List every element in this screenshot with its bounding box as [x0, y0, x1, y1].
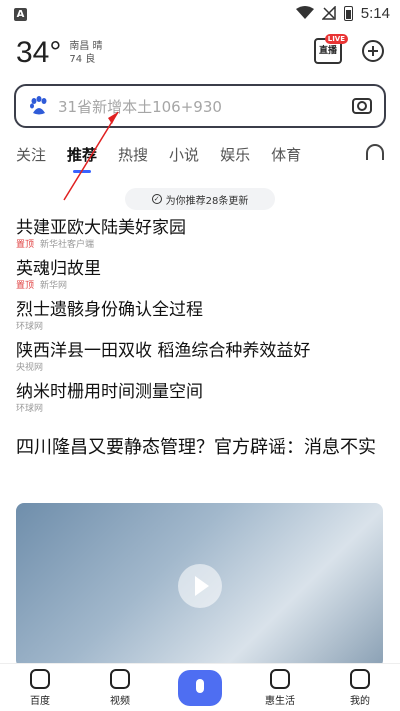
add-icon[interactable]	[362, 40, 384, 62]
tab-recommend[interactable]: 推荐	[67, 144, 97, 165]
nav-voice[interactable]	[170, 669, 230, 706]
news-title[interactable]: 烈士遗骸身份确认全过程	[16, 299, 384, 321]
nav-label: 百度	[30, 695, 50, 707]
live-stream-icon[interactable]: 直播 LIVE	[314, 34, 348, 64]
featured-title[interactable]: 四川隆昌又要静态管理？官方辟谣：消息不实	[0, 434, 400, 461]
baidu-paw-icon	[30, 96, 47, 115]
tab-entertainment[interactable]: 娱乐	[220, 144, 250, 165]
temperature[interactable]: 34°	[16, 38, 61, 68]
news-item[interactable]: 烈士遗骸身份确认全过程 环球网	[16, 299, 384, 340]
news-source: 环球网	[16, 322, 44, 332]
play-icon[interactable]	[177, 563, 222, 608]
city-weather: 南昌 晴	[69, 41, 103, 52]
paw-icon	[30, 668, 50, 689]
news-title[interactable]: 英魂归故里	[16, 258, 384, 280]
news-title[interactable]: 陕西洋县一田双收 稻渔综合种养效益好	[16, 340, 384, 362]
channel-tabs: 关注 推荐 热搜 小说 娱乐 体育	[0, 140, 400, 168]
headphone-icon[interactable]	[366, 144, 384, 160]
no-signal-icon	[321, 6, 336, 20]
nav-label: 视频	[110, 695, 130, 707]
bottom-nav: 百度 视频 惠生活 我的	[0, 663, 400, 711]
nav-life[interactable]: 惠生活	[250, 668, 310, 707]
tab-sports[interactable]: 体育	[271, 144, 301, 165]
tab-follow[interactable]: 关注	[16, 144, 46, 165]
video-icon	[110, 668, 130, 689]
featured-video-thumbnail[interactable]	[16, 503, 383, 668]
life-icon	[270, 668, 290, 689]
battery-icon	[343, 5, 353, 21]
nav-me[interactable]: 我的	[330, 668, 390, 707]
live-label: 直播	[318, 46, 337, 56]
check-icon: ✓	[151, 194, 162, 204]
news-item[interactable]: 英魂归故里 置顶 新华网	[16, 258, 384, 299]
tab-novel[interactable]: 小说	[169, 144, 199, 165]
search-bar[interactable]: 31省新增本土106+930	[14, 84, 386, 128]
pinned-tag: 置顶	[16, 281, 35, 291]
air-quality: 74 良	[69, 54, 96, 65]
news-title[interactable]: 纳米时栅用时间测量空间	[16, 381, 384, 403]
news-source: 新华网	[40, 281, 68, 291]
status-bar: A 5:14	[0, 0, 400, 26]
profile-icon	[350, 668, 370, 689]
news-list: 共建亚欧大陆美好家园 置顶 新华社客户端 英魂归故里 置顶 新华网 烈士遗骸身份确认…	[0, 217, 400, 422]
news-title[interactable]: 共建亚欧大陆美好家园	[16, 217, 384, 239]
news-source: 环球网	[16, 404, 44, 414]
search-input[interactable]: 31省新增本土106+930	[58, 96, 352, 117]
news-item[interactable]: 陕西洋县一田双收 稻渔综合种养效益好 央视网	[16, 340, 384, 381]
weather-info[interactable]: 南昌 晴 74 良	[69, 40, 102, 66]
live-badge: LIVE	[324, 34, 348, 44]
top-bar: 34° 南昌 晴 74 良 直播 LIVE	[0, 26, 400, 80]
nav-label: 惠生活	[265, 695, 295, 707]
camera-search-icon[interactable]	[352, 98, 372, 114]
clock: 5:14	[360, 4, 390, 22]
app-notification-icon: A	[14, 8, 27, 21]
news-item[interactable]: 纳米时栅用时间测量空间 环球网	[16, 381, 384, 422]
pinned-tag: 置顶	[16, 240, 35, 250]
refresh-notice-text: 为你推荐28条更新	[165, 195, 249, 207]
nav-label: 我的	[350, 695, 370, 707]
news-source: 新华社客户端	[40, 240, 95, 250]
wifi-icon	[295, 6, 314, 19]
refresh-notice[interactable]: ✓ 为你推荐28条更新	[125, 188, 275, 210]
news-item[interactable]: 共建亚欧大陆美好家园 置顶 新华社客户端	[16, 217, 384, 258]
microphone-icon[interactable]	[178, 669, 222, 706]
tab-hot-search[interactable]: 热搜	[118, 144, 148, 165]
nav-video[interactable]: 视频	[90, 668, 150, 707]
nav-baidu[interactable]: 百度	[10, 668, 70, 707]
news-source: 央视网	[16, 363, 44, 373]
